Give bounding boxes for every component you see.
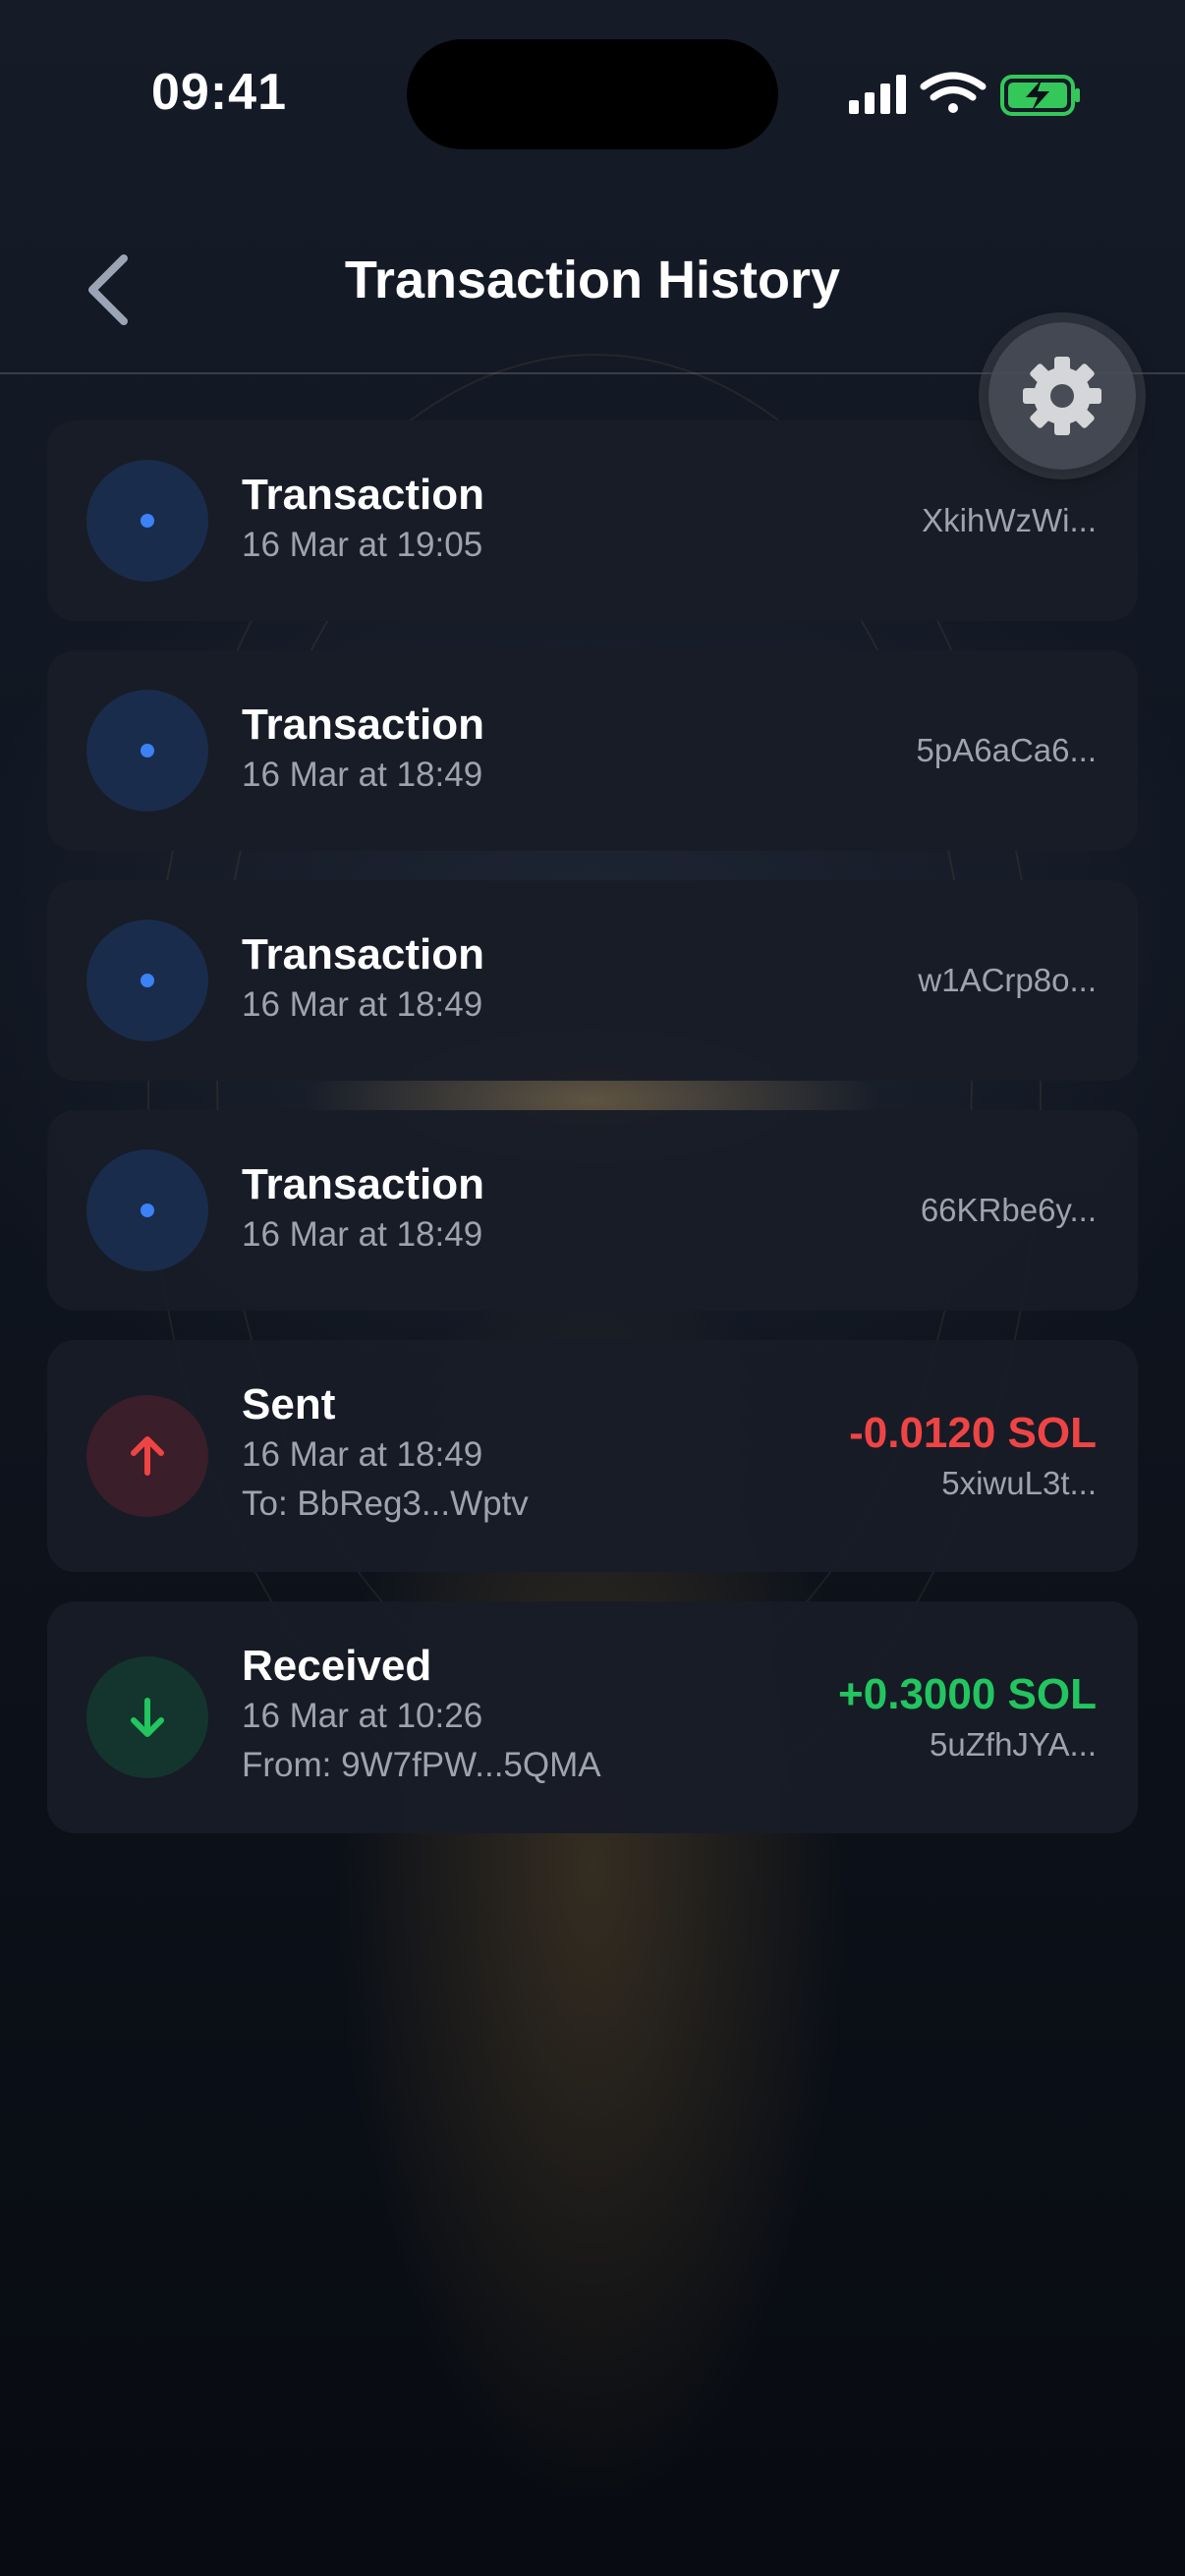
transaction-row[interactable]: Transaction 16 Mar at 18:49 66KRbe6y... [47, 1110, 1138, 1311]
transaction-date: 16 Mar at 19:05 [242, 526, 483, 564]
transaction-title: Transaction [242, 471, 484, 519]
arrow-up-icon [131, 1436, 164, 1476]
transaction-amount: +0.3000 SOL [838, 1670, 1097, 1718]
battery-charging-icon [1000, 75, 1080, 116]
dot-icon [141, 514, 154, 528]
transaction-hash: 5xiwuL3t... [941, 1465, 1097, 1501]
transaction-date: 16 Mar at 18:49 [242, 1435, 483, 1474]
transaction-row[interactable]: Transaction 16 Mar at 18:49 5pA6aCa6... [47, 650, 1138, 851]
transaction-hash: 66KRbe6y... [920, 1192, 1097, 1228]
arrow-down-icon [131, 1698, 164, 1737]
transaction-date: 16 Mar at 18:49 [242, 985, 483, 1024]
transaction-row-sent[interactable]: Sent 16 Mar at 18:49 To: BbReg3...Wptv -… [47, 1340, 1138, 1572]
transaction-row[interactable]: Transaction 16 Mar at 19:05 XkihWzWi... [47, 420, 1138, 621]
transaction-hash: XkihWzWi... [922, 502, 1097, 538]
transaction-title: Received [242, 1642, 432, 1690]
transaction-avatar [86, 920, 208, 1041]
transaction-date: 16 Mar at 10:26 [242, 1697, 483, 1735]
settings-button[interactable] [988, 322, 1136, 470]
transaction-history-screen: 09:41 Transaction History Transaction 16… [0, 0, 1185, 2576]
cellular-signal-icon [849, 75, 906, 114]
transaction-hash: 5uZfhJYA... [930, 1726, 1097, 1763]
transaction-avatar [86, 1656, 208, 1778]
transaction-amount: -0.0120 SOL [849, 1409, 1097, 1457]
dot-icon [141, 744, 154, 757]
transaction-sender: From: 9W7fPW...5QMA [242, 1746, 601, 1784]
status-icons [847, 71, 1083, 120]
transaction-avatar [86, 690, 208, 812]
wifi-icon [920, 72, 987, 113]
page-title: Transaction History [344, 251, 841, 309]
transaction-list: Transaction 16 Mar at 19:05 XkihWzWi... … [47, 420, 1138, 1863]
status-time: 09:41 [151, 64, 287, 121]
transaction-recipient: To: BbReg3...Wptv [242, 1484, 529, 1523]
dot-icon [141, 974, 154, 987]
transaction-hash: 5pA6aCa6... [916, 732, 1097, 768]
transaction-row-received[interactable]: Received 16 Mar at 10:26 From: 9W7fPW...… [47, 1601, 1138, 1833]
transaction-date: 16 Mar at 18:49 [242, 756, 483, 794]
transaction-date: 16 Mar at 18:49 [242, 1215, 483, 1254]
transaction-title: Transaction [242, 930, 484, 979]
transaction-row[interactable]: Transaction 16 Mar at 18:49 w1ACrp8o... [47, 880, 1138, 1081]
transaction-title: Sent [242, 1380, 336, 1428]
transaction-avatar [86, 460, 208, 582]
gear-icon [1023, 357, 1101, 435]
transaction-avatar [86, 1395, 208, 1517]
dynamic-island [407, 39, 778, 149]
transaction-title: Transaction [242, 700, 484, 749]
transaction-hash: w1ACrp8o... [918, 962, 1097, 998]
status-bar: 09:41 [0, 0, 1185, 187]
transaction-title: Transaction [242, 1160, 484, 1208]
dot-icon [141, 1204, 154, 1217]
transaction-avatar [86, 1149, 208, 1271]
